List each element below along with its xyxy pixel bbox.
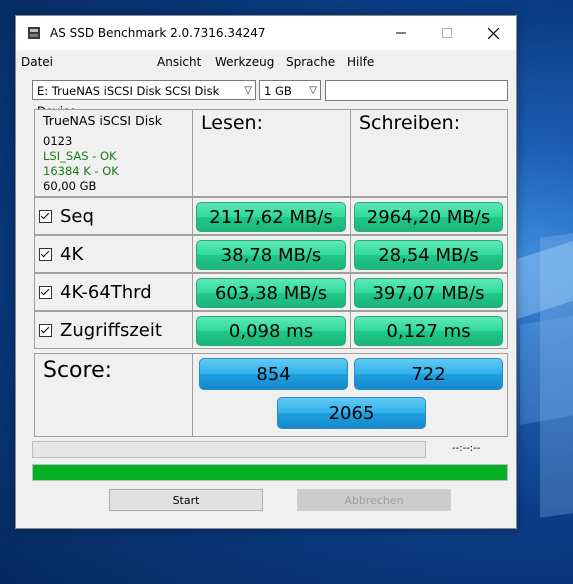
score-label-cell: Score:	[34, 353, 193, 437]
access-time-checkbox-label[interactable]: Zugriffszeit	[39, 320, 162, 341]
seq-checkbox-label[interactable]: Seq	[39, 206, 94, 227]
menu-bar: Datei Ansicht Werkzeug Sprache Hilfe	[16, 50, 516, 72]
desktop-light-beam	[520, 315, 573, 425]
maximize-icon	[442, 28, 452, 38]
4k-64thrd-checkbox-label[interactable]: 4K-64Thrd	[39, 282, 152, 303]
app-icon	[28, 27, 40, 39]
drive-capacity: 60,00 GB	[43, 179, 97, 193]
drive-firmware: 0123	[43, 134, 73, 148]
drive-select[interactable]: E: TrueNAS iSCSI Disk SCSI Disk Device ▽	[32, 80, 256, 118]
size-select[interactable]: 1 GB ▽	[259, 80, 321, 100]
write-header-label: Schreiben:	[359, 112, 461, 134]
seq-label: Seq	[60, 206, 94, 227]
close-button[interactable]	[470, 16, 516, 50]
4k-checkbox[interactable]	[39, 248, 52, 261]
4k-64thrd-label: 4K-64Thrd	[60, 282, 152, 303]
score-label: Score:	[43, 358, 113, 383]
test-row-access-time: Zugriffszeit	[34, 311, 193, 349]
total-score: 2065	[277, 397, 426, 429]
filter-input[interactable]	[325, 80, 508, 101]
test-row-seq: Seq	[34, 197, 193, 235]
start-button[interactable]: Start	[109, 489, 263, 511]
overall-progress-fill	[33, 465, 507, 480]
seq-write-value: 2964,20 MB/s	[354, 202, 503, 232]
size-select-value: 1 GB	[264, 84, 292, 98]
access-time-checkbox[interactable]	[39, 324, 52, 337]
minimize-icon	[396, 32, 406, 34]
test-row-4k: 4K	[34, 235, 193, 273]
read-score: 854	[199, 358, 348, 390]
abort-button[interactable]: Abbrechen	[297, 489, 451, 511]
title-bar: AS SSD Benchmark 2.0.7316.34247	[16, 16, 516, 50]
access-time-read-value: 0,098 ms	[196, 316, 346, 346]
menu-datei[interactable]: Datei	[21, 55, 53, 69]
menu-sprache[interactable]: Sprache	[286, 55, 335, 69]
test-row-4k-64thrd: 4K-64Thrd	[34, 273, 193, 311]
menu-hilfe[interactable]: Hilfe	[347, 55, 374, 69]
read-column-header: Lesen:	[192, 109, 351, 197]
4k-64thrd-checkbox[interactable]	[39, 286, 52, 299]
close-icon	[487, 27, 499, 39]
menu-werkzeug[interactable]: Werkzeug	[215, 55, 274, 69]
overall-progress-bar	[32, 464, 508, 481]
4k-label: 4K	[60, 244, 84, 265]
read-header-label: Lesen:	[201, 112, 263, 134]
test-progress-bar	[32, 441, 426, 458]
minimize-button[interactable]	[378, 16, 424, 50]
4k-64thrd-write-value: 397,07 MB/s	[354, 278, 503, 308]
4k-read-value: 38,78 MB/s	[196, 240, 346, 270]
time-remaining: --:--:--	[452, 443, 481, 454]
4k-checkbox-label[interactable]: 4K	[39, 244, 83, 265]
seq-read-value: 2117,62 MB/s	[196, 202, 346, 232]
maximize-button[interactable]	[424, 16, 470, 50]
write-column-header: Schreiben:	[350, 109, 508, 197]
driver-status: LSI_SAS - OK	[43, 149, 117, 163]
app-window: AS SSD Benchmark 2.0.7316.34247 Datei An…	[15, 15, 517, 529]
menu-ansicht[interactable]: Ansicht	[157, 55, 201, 69]
access-time-label: Zugriffszeit	[60, 320, 162, 341]
write-score: 722	[354, 358, 503, 390]
4k-write-value: 28,54 MB/s	[354, 240, 503, 270]
alignment-status: 16384 K - OK	[43, 164, 119, 178]
drive-name: TrueNAS iSCSI Disk	[43, 113, 162, 128]
chevron-down-icon: ▽	[309, 85, 317, 96]
seq-checkbox[interactable]	[39, 210, 52, 223]
chevron-down-icon: ▽	[244, 85, 252, 96]
access-time-write-value: 0,127 ms	[354, 316, 503, 346]
drive-info-panel: TrueNAS iSCSI Disk 0123 LSI_SAS - OK 163…	[34, 109, 193, 197]
4k-64thrd-read-value: 603,38 MB/s	[196, 278, 346, 308]
window-title: AS SSD Benchmark 2.0.7316.34247	[50, 26, 266, 40]
